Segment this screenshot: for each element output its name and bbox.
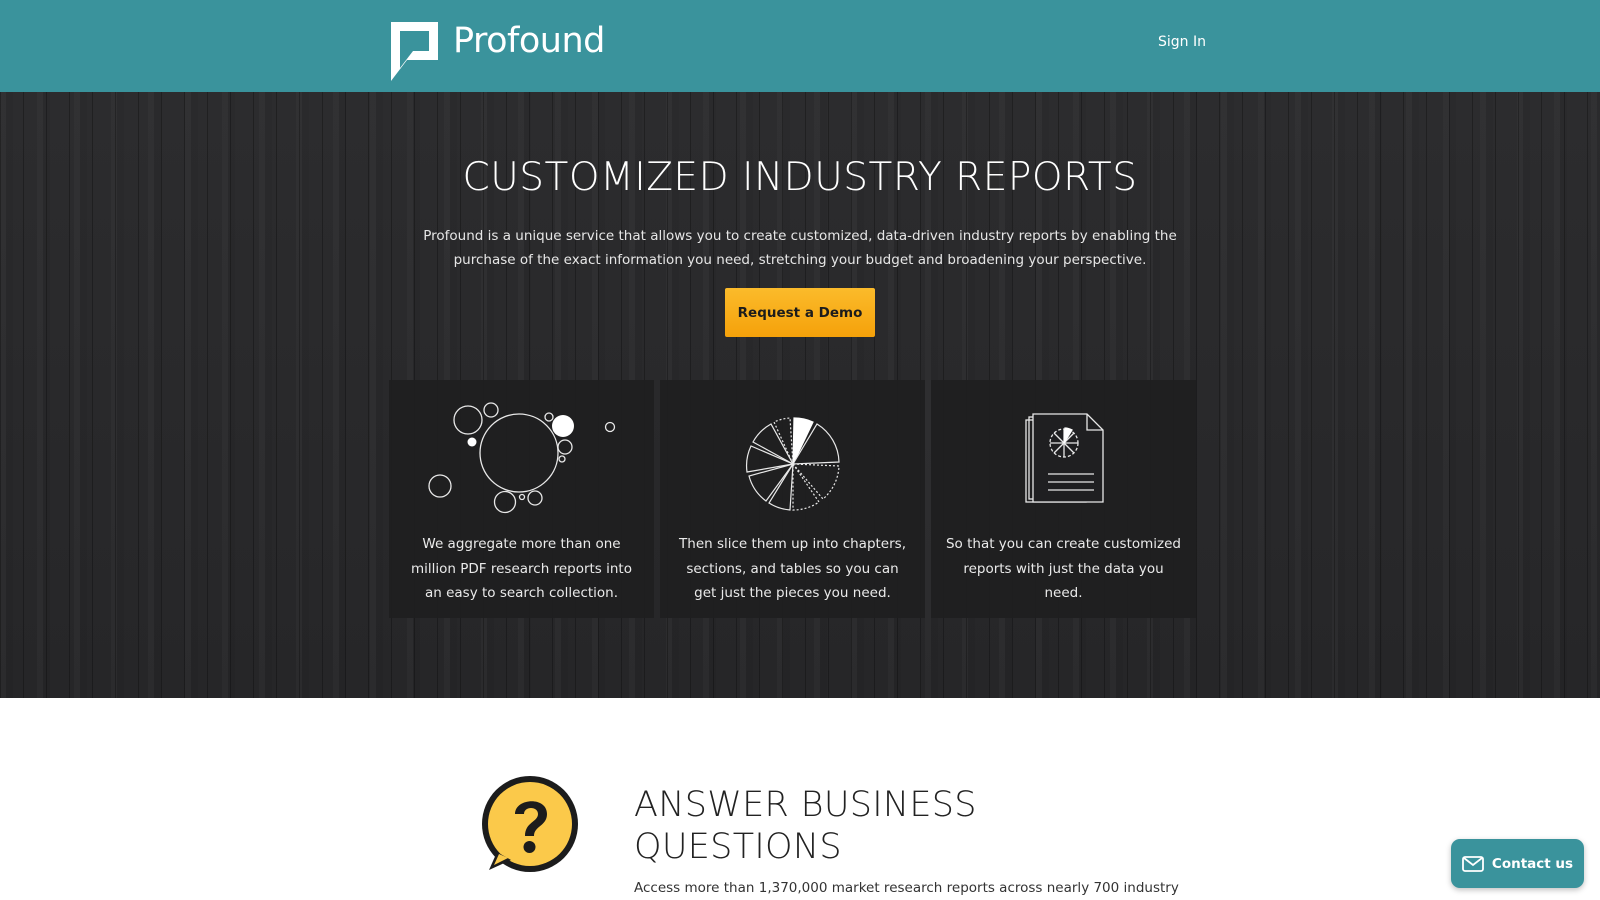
feature-card-aggregate: We aggregate more than one million PDF r… (389, 380, 654, 618)
feature-card-slice: Then slice them up into chapters, sectio… (660, 380, 925, 618)
hero-title: CUSTOMIZED INDUSTRY REPORTS (462, 155, 1138, 200)
question-bubble-icon (482, 776, 578, 872)
answer-section-title: ANSWER BUSINESS QUESTIONS (634, 784, 977, 868)
feature-card-text: Then slice them up into chapters, sectio… (679, 536, 906, 601)
feature-card-text: So that you can create customized report… (945, 536, 1182, 601)
answer-title-line-1: ANSWER BUSINESS (634, 785, 977, 825)
answer-section-text: Access more than 1,370,000 market resear… (634, 880, 1179, 896)
brand-logo[interactable]: Profound (391, 21, 605, 81)
profound-logo-icon (391, 22, 438, 81)
hero-section: CUSTOMIZED INDUSTRY REPORTS Profound is … (0, 92, 1600, 698)
bubbles-icon (428, 402, 616, 514)
sign-in-link[interactable]: Sign In (1158, 34, 1206, 50)
top-navigation-bar: Profound Sign In (0, 0, 1600, 92)
report-document-icon (1025, 413, 1104, 503)
answer-title-line-2: QUESTIONS (634, 827, 842, 867)
request-demo-button[interactable]: Request a Demo (725, 288, 875, 337)
feature-card-text: We aggregate more than one million PDF r… (411, 536, 632, 601)
brand-name: Profound (453, 21, 605, 61)
feature-card-create: So that you can create customized report… (931, 380, 1196, 618)
mail-icon (1462, 855, 1484, 872)
contact-us-label: Contact us (1491, 855, 1574, 872)
feature-cards: We aggregate more than one million PDF r… (389, 380, 1196, 618)
hero-description: Profound is a unique service that allows… (423, 228, 1177, 268)
sliced-pie-icon (745, 417, 840, 511)
contact-us-button[interactable]: Contact us (1451, 839, 1584, 888)
